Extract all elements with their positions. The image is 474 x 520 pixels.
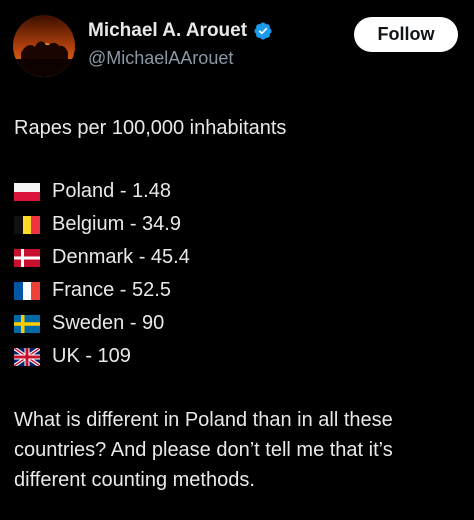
stat-text: UK - 109 <box>52 345 131 367</box>
follow-button[interactable]: Follow <box>354 17 458 52</box>
stat-text: Denmark - 45.4 <box>52 246 190 268</box>
list-item: Poland - 1.48 <box>14 175 190 208</box>
poland-flag-icon <box>14 182 40 201</box>
sunset-silhouette-avatar <box>13 15 75 77</box>
list-item: UK - 109 <box>14 340 190 373</box>
denmark-flag-icon <box>14 248 40 267</box>
tweet-title: Rapes per 100,000 inhabitants <box>14 117 287 139</box>
list-item: France - 52.5 <box>14 274 190 307</box>
author-display-name[interactable]: Michael A. Arouet <box>88 20 247 42</box>
list-item: Sweden - 90 <box>14 307 190 340</box>
list-item: Belgium - 34.9 <box>14 208 190 241</box>
stat-text: Sweden - 90 <box>52 312 165 334</box>
stat-text: France - 52.5 <box>52 279 171 301</box>
avatar[interactable] <box>13 15 75 77</box>
uk-flag-icon <box>14 347 40 366</box>
france-flag-icon <box>14 281 40 300</box>
sweden-flag-icon <box>14 314 40 333</box>
author-handle[interactable]: @MichaelAArouet <box>88 48 233 69</box>
stat-text: Poland - 1.48 <box>52 180 171 202</box>
stats-list: Poland - 1.48 Belgium - 34.9 Denmark - 4… <box>14 175 190 373</box>
stat-text: Belgium - 34.9 <box>52 213 181 235</box>
list-item: Denmark - 45.4 <box>14 241 190 274</box>
verified-badge-icon <box>254 22 272 40</box>
tweet-question: What is different in Poland than in all … <box>14 409 393 491</box>
belgium-flag-icon <box>14 215 40 234</box>
author-name-row: Michael A. Arouet <box>88 20 273 42</box>
